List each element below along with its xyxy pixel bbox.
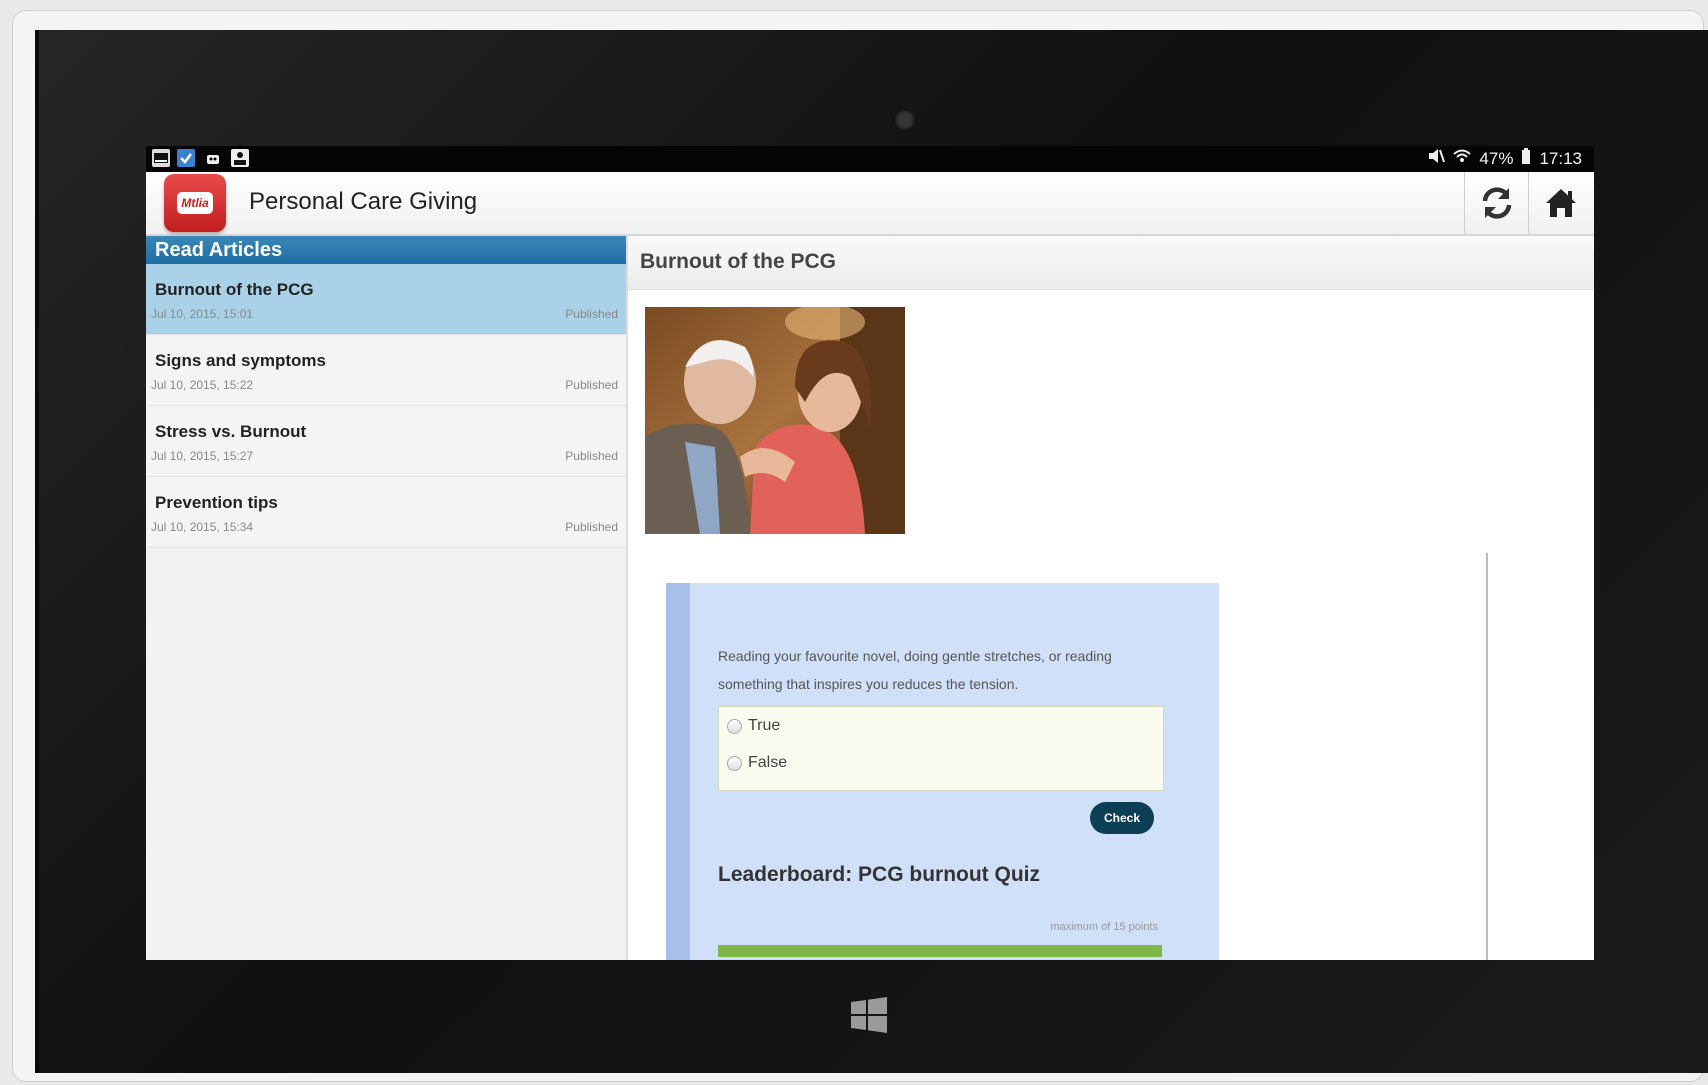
radio-false[interactable] <box>727 755 742 771</box>
article-item-signs[interactable]: Signs and symptoms Jul 10, 2015, 15:22 P… <box>146 335 626 406</box>
leaderboard-bar <box>718 945 1162 957</box>
clock-time: 17:13 <box>1539 148 1582 168</box>
option-true-label: True <box>748 717 781 734</box>
article-list-pane: Read Articles Burnout of the PCG Jul 10,… <box>146 236 628 960</box>
app-title: Personal Care Giving <box>249 188 478 215</box>
article-status: Published <box>565 520 618 534</box>
wifi-icon <box>1453 148 1472 169</box>
home-button[interactable] <box>1528 172 1593 234</box>
article-title: Signs and symptoms <box>155 351 326 370</box>
option-false-label: False <box>748 754 788 771</box>
windows-logo-icon[interactable] <box>851 997 887 1033</box>
article-title: Prevention tips <box>155 493 278 512</box>
option-false[interactable]: False <box>727 754 787 772</box>
article-date: Jul 10, 2015, 15:22 <box>151 378 254 392</box>
article-item-burnout[interactable]: Burnout of the PCG Jul 10, 2015, 15:01 P… <box>146 264 626 335</box>
app-logo[interactable]: Mtlia <box>164 174 226 232</box>
article-date: Jul 10, 2015, 15:34 <box>151 520 254 534</box>
gallery-icon <box>152 149 170 167</box>
mute-icon <box>1427 148 1446 169</box>
bezel-rim <box>35 30 39 1073</box>
article-status: Published <box>565 307 618 321</box>
radio-true[interactable] <box>727 718 742 734</box>
article-title: Burnout of the PCG <box>155 280 314 299</box>
quiz-panel: Reading your favourite novel, doing gent… <box>666 583 1219 960</box>
max-points-note: maximum of 15 points <box>1050 921 1158 933</box>
article-item-stress[interactable]: Stress vs. Burnout Jul 10, 2015, 15:27 P… <box>146 406 626 477</box>
article-date: Jul 10, 2015, 15:01 <box>151 307 254 321</box>
action-bar: Mtlia Personal Care Giving <box>146 172 1594 236</box>
option-true[interactable]: True <box>727 717 780 735</box>
check-button[interactable]: Check <box>1090 802 1154 834</box>
article-status: Published <box>565 449 618 463</box>
read-articles-header: Read Articles <box>146 236 626 264</box>
status-bar: 47% 17:13 <box>146 146 1594 172</box>
tablet-screen: 47% 17:13 Mtlia Personal Care Giving Rea… <box>146 146 1594 960</box>
home-icon <box>1546 189 1576 217</box>
app-logo-text: Mtlia <box>177 192 213 214</box>
article-content-pane: Burnout of the PCG Reading your favourit… <box>628 236 1594 960</box>
article-header: Burnout of the PCG <box>628 236 1594 290</box>
quiz-options: True False <box>718 706 1164 791</box>
article-date: Jul 10, 2015, 15:27 <box>151 449 254 463</box>
battery-icon <box>1521 148 1531 169</box>
quiz-question: Reading your favourite novel, doing gent… <box>718 648 1112 692</box>
article-item-prevention[interactable]: Prevention tips Jul 10, 2015, 15:34 Publ… <box>146 477 626 548</box>
status-right-group: 47% 17:13 <box>1427 148 1582 169</box>
refresh-icon <box>1482 187 1512 219</box>
task-check-icon <box>177 149 195 167</box>
article-status: Published <box>565 378 618 392</box>
battery-percent: 47% <box>1479 148 1514 168</box>
caregiver-photo <box>645 307 905 534</box>
leaderboard-title: Leaderboard: PCG burnout Quiz <box>718 863 1041 886</box>
reader-icon <box>231 149 249 167</box>
front-camera <box>895 110 915 130</box>
content-divider-line <box>1486 553 1488 960</box>
article-heading: Burnout of the PCG <box>640 250 836 273</box>
android-icon <box>204 149 222 167</box>
article-title: Stress vs. Burnout <box>155 422 307 441</box>
refresh-button[interactable] <box>1464 172 1529 234</box>
